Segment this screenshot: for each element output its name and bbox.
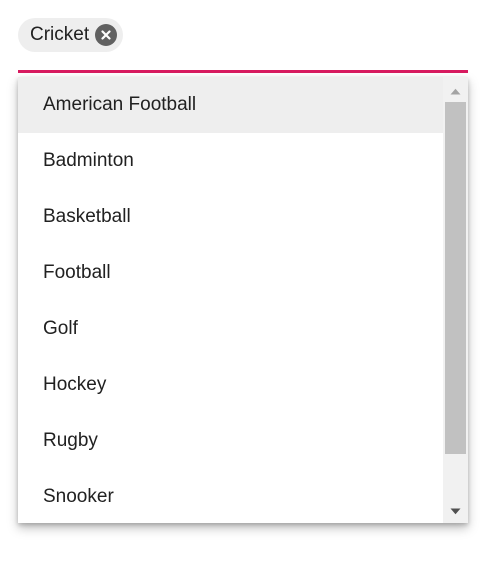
close-icon (101, 30, 111, 40)
list-item-hockey[interactable]: Hockey (18, 357, 443, 413)
triangle-up-icon (450, 88, 461, 94)
list-item-football[interactable]: Football (18, 245, 443, 301)
list-item-rugby[interactable]: Rugby (18, 413, 443, 469)
chip-cricket[interactable]: Cricket (18, 18, 124, 52)
vertical-scrollbar[interactable] (443, 77, 468, 523)
list-item-american-football[interactable]: American Football (18, 77, 443, 133)
list-item-basketball[interactable]: Basketball (18, 189, 443, 245)
triangle-down-icon (450, 508, 461, 514)
list-item-snooker[interactable]: Snooker (18, 469, 443, 523)
multiselect-dropdown: Cricket American Football Badminton Bask… (0, 0, 496, 565)
scroll-down-button[interactable] (443, 501, 468, 521)
list-item-badminton[interactable]: Badminton (18, 133, 443, 189)
list-item-golf[interactable]: Golf (18, 301, 443, 357)
scroll-up-button[interactable] (443, 81, 468, 101)
dropdown-popup: American Football Badminton Basketball F… (18, 77, 468, 523)
multiselect-input[interactable]: Cricket (18, 18, 468, 70)
chip-label: Cricket (30, 24, 90, 45)
focus-underline (18, 70, 468, 73)
close-circle-icon[interactable] (95, 24, 118, 46)
scroll-thumb[interactable] (445, 102, 466, 454)
options-list: American Football Badminton Basketball F… (18, 77, 443, 523)
